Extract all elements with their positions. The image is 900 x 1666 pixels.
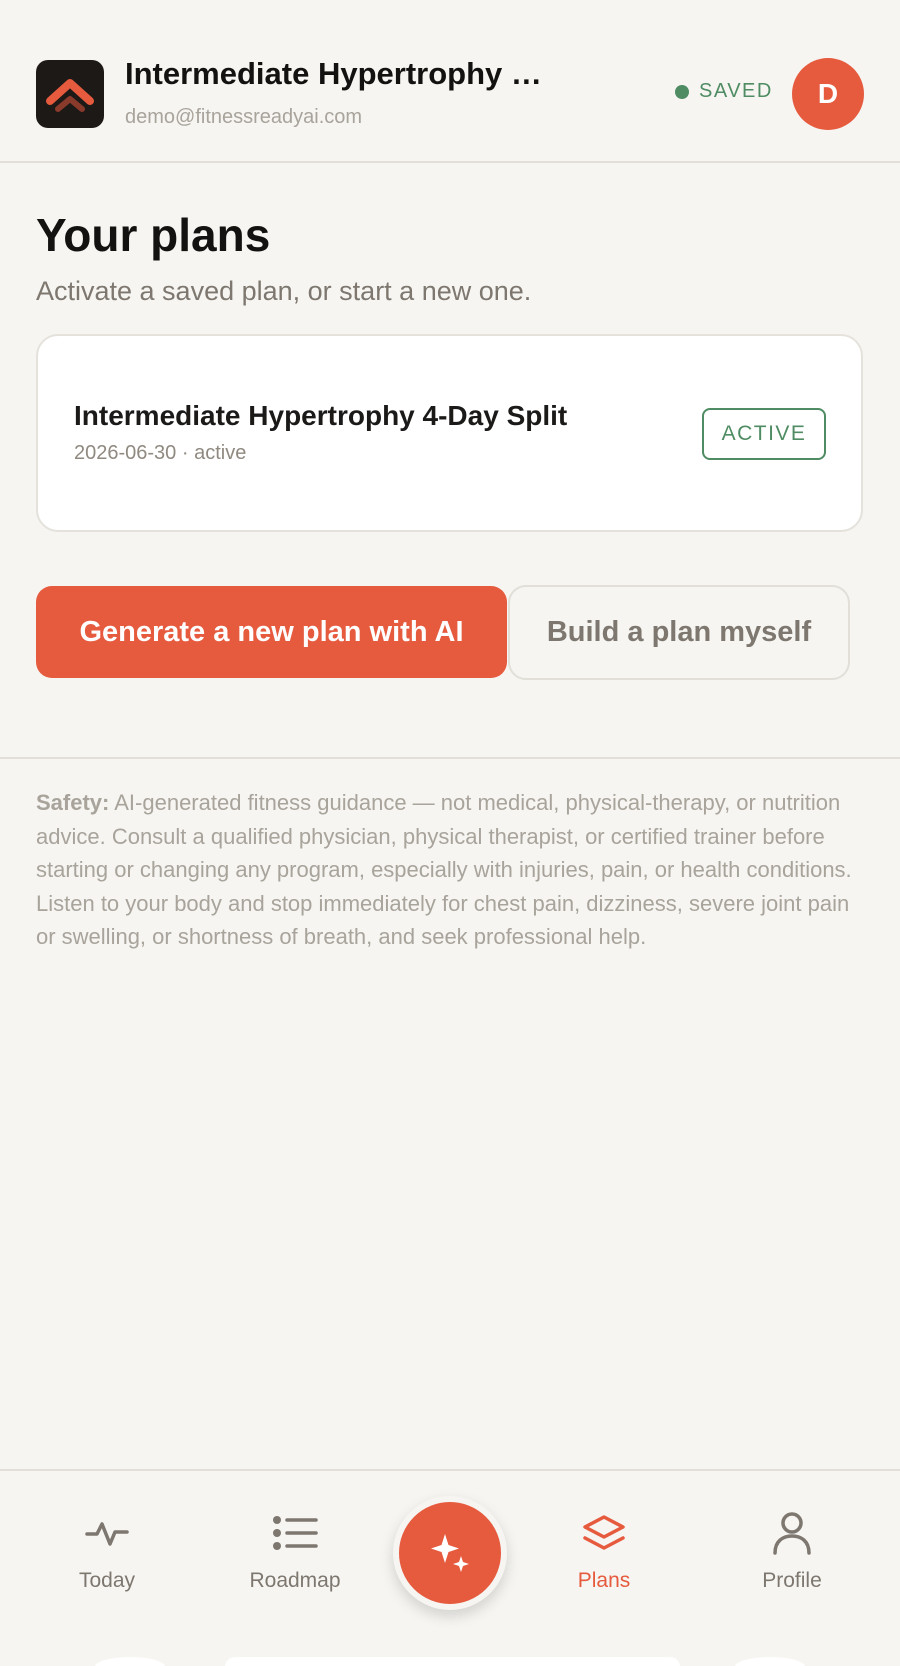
saved-status: SAVED xyxy=(675,80,773,103)
nav-item-plans[interactable]: Plans xyxy=(529,1509,679,1593)
sparkles-icon xyxy=(431,1534,469,1572)
ai-generate-fab[interactable] xyxy=(393,1496,507,1610)
app-logo xyxy=(36,60,104,128)
nav-label-plans: Plans xyxy=(577,1569,631,1592)
page-title: Your plans xyxy=(36,209,271,261)
page-subtitle: Activate a saved plan, or start a new on… xyxy=(36,276,532,306)
safety-disclaimer: Safety: AI-generated fitness guidance — … xyxy=(36,786,866,954)
safety-text: AI-generated fitness guidance — not medi… xyxy=(36,790,852,950)
avatar[interactable]: D xyxy=(792,58,864,130)
plan-meta: 2026-06-30 · active xyxy=(74,442,247,464)
app-header: Intermediate Hypertrophy 4-Day Split dem… xyxy=(0,0,900,163)
activity-icon xyxy=(85,1509,129,1557)
nav-label-profile: Profile xyxy=(762,1569,822,1592)
plan-card[interactable]: Intermediate Hypertrophy 4-Day Split 202… xyxy=(36,334,863,532)
nav-item-profile[interactable]: Profile xyxy=(717,1509,867,1593)
generate-plan-button[interactable]: Generate a new plan with AI xyxy=(36,586,507,678)
build-plan-button[interactable]: Build a plan myself xyxy=(508,585,850,680)
nav-label-roadmap: Roadmap xyxy=(249,1569,341,1592)
safety-label: Safety: xyxy=(36,790,110,815)
header-title: Intermediate Hypertrophy 4-Day Split xyxy=(125,56,545,91)
nav-label-today: Today xyxy=(78,1569,136,1592)
browser-bar-shape xyxy=(225,1657,680,1666)
plan-name: Intermediate Hypertrophy 4-Day Split xyxy=(74,400,568,431)
user-icon xyxy=(772,1509,812,1557)
list-icon xyxy=(272,1509,318,1557)
status-dot-icon xyxy=(675,84,689,99)
saved-status-label: SAVED xyxy=(699,80,773,102)
user-email: demo@fitnessreadyai.com xyxy=(125,106,363,128)
active-badge[interactable]: ACTIVE xyxy=(702,408,826,460)
layers-icon xyxy=(582,1509,626,1557)
nav-item-today[interactable]: Today xyxy=(32,1509,182,1593)
nav-item-roadmap[interactable]: Roadmap xyxy=(220,1509,370,1593)
bottom-nav: Today Roadmap Plans Profile xyxy=(0,1469,900,1666)
divider xyxy=(0,757,900,759)
